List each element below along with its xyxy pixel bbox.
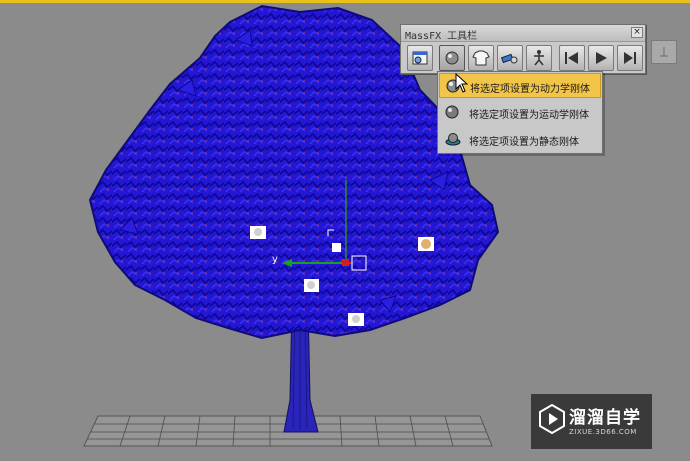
- world-params-icon: [412, 51, 428, 65]
- watermark: 溜溜自学 ZIXUE.3D66.COM: [531, 394, 652, 449]
- watermark-name: 溜溜自学: [569, 408, 641, 428]
- world-parameters-button[interactable]: [407, 45, 433, 71]
- menu-item-static-rigid-body[interactable]: 将选定项设置为静态刚体: [439, 127, 601, 152]
- helper-object-3: [304, 279, 319, 292]
- helper-object-1: [250, 226, 266, 239]
- close-icon: ×: [633, 27, 641, 37]
- constraint-icon: [500, 53, 518, 64]
- static-rigid-body-icon: [445, 133, 461, 146]
- menu-item-label: 将选定项设置为静态刚体: [469, 137, 579, 148]
- rigid-body-button[interactable]: [439, 45, 465, 71]
- ragdoll-icon: [534, 50, 544, 66]
- massfx-toolbar[interactable]: MassFX 工具栏 ×: [400, 24, 646, 74]
- play-simulation-button[interactable]: [588, 45, 614, 71]
- ragdoll-button[interactable]: [526, 45, 552, 71]
- menu-item-label: 将选定项设置为动力学刚体: [470, 84, 590, 95]
- reset-simulation-icon: [565, 52, 578, 64]
- close-button[interactable]: ×: [631, 27, 643, 38]
- sphere-icon: [445, 51, 459, 65]
- kinematic-rigid-body-icon: [445, 105, 459, 119]
- cloth-button[interactable]: [468, 45, 494, 71]
- helper-object-2: [418, 237, 434, 251]
- menu-item-kinematic-rigid-body[interactable]: 将选定项设置为运动学刚体: [439, 100, 601, 125]
- helper-object-4: [348, 313, 364, 326]
- constraint-button[interactable]: [497, 45, 523, 71]
- menu-item-label: 将选定项设置为运动学刚体: [469, 110, 589, 121]
- axis-icon: [660, 47, 668, 57]
- step-simulation-button[interactable]: [617, 45, 643, 71]
- 3d-viewport[interactable]: y MassFX 工具栏 × 将选定项设置为动力学刚体 将选定项设置为运动学刚体…: [0, 0, 690, 461]
- tshirt-icon: [472, 50, 490, 66]
- viewport-side-button[interactable]: [651, 40, 677, 64]
- play-logo-icon: [539, 404, 565, 434]
- mouse-pointer-icon: [455, 73, 469, 93]
- play-simulation-icon: [596, 52, 607, 64]
- reset-simulation-button[interactable]: [559, 45, 585, 71]
- watermark-url: ZIXUE.3D66.COM: [569, 428, 637, 436]
- toolbar-title-bar[interactable]: MassFX 工具栏 ×: [401, 25, 645, 42]
- step-simulation-icon: [624, 52, 636, 64]
- toolbar-title: MassFX 工具栏: [405, 31, 478, 42]
- gizmo-y-label: y: [272, 254, 278, 265]
